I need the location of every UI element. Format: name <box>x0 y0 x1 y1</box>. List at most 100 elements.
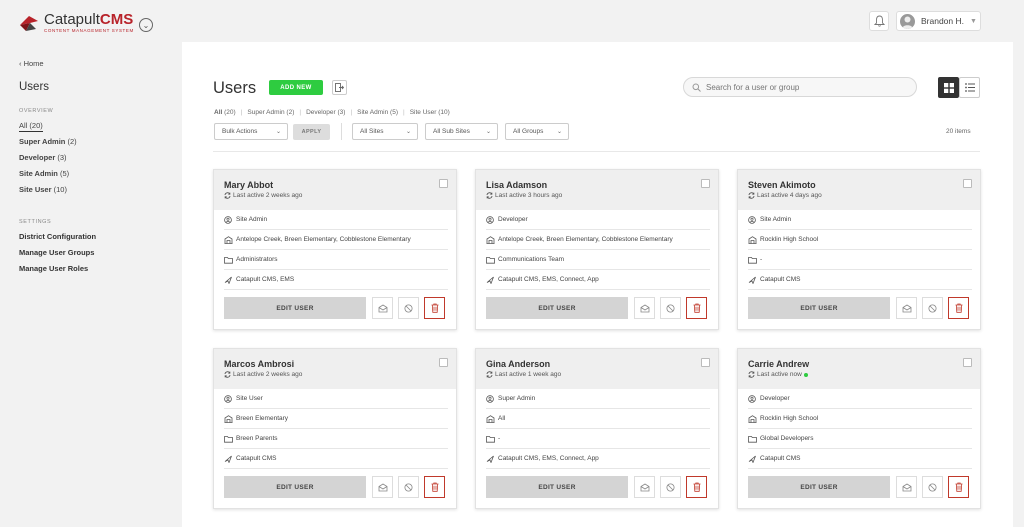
brand-logo[interactable]: CatapultCMS CONTENT MANAGEMENT SYSTEM <box>18 12 134 34</box>
user-group-row: Administrators <box>224 250 448 270</box>
user-name[interactable]: Carrie Andrew <box>748 359 809 369</box>
user-card: Marcos Ambrosi Last active 2 weeks ago Sit… <box>213 348 457 509</box>
all-groups-select[interactable]: All Groups ⌄ <box>505 123 569 140</box>
trash-icon[interactable] <box>686 297 707 319</box>
refresh-icon <box>486 192 493 199</box>
refresh-icon <box>486 371 493 378</box>
folder-icon <box>748 256 758 264</box>
site-switcher-chevron-icon[interactable]: ⌄ <box>139 18 153 32</box>
edit-user-button[interactable]: EDIT USER <box>486 297 628 319</box>
select-user-checkbox[interactable] <box>701 358 710 367</box>
block-icon[interactable] <box>398 297 419 319</box>
email-icon[interactable] <box>372 476 393 498</box>
sidebar-item-developer[interactable]: Developer (3) <box>19 153 67 162</box>
add-new-button[interactable]: ADD NEW <box>269 80 323 95</box>
all-sites-select[interactable]: All Sites ⌄ <box>352 123 418 140</box>
user-name[interactable]: Marcos Ambrosi <box>224 359 294 369</box>
page-title: Users <box>213 79 257 97</box>
user-role-row: Site Admin <box>748 210 972 230</box>
edit-user-button[interactable]: EDIT USER <box>224 476 366 498</box>
sidebar-item-district-configuration[interactable]: District Configuration <box>19 232 96 241</box>
avatar <box>900 13 915 29</box>
block-icon[interactable] <box>398 476 419 498</box>
block-icon[interactable] <box>922 476 943 498</box>
user-role-row: Site User <box>224 389 448 409</box>
user-circle-icon <box>486 394 496 403</box>
email-icon[interactable] <box>372 297 393 319</box>
all-sub-sites-select[interactable]: All Sub Sites ⌄ <box>425 123 498 140</box>
user-apps-row: Catapult CMS <box>748 270 972 290</box>
trash-icon[interactable] <box>948 476 969 498</box>
user-card: Gina Anderson Last active 1 week ago Super… <box>475 348 719 509</box>
refresh-icon <box>748 192 755 199</box>
email-icon[interactable] <box>634 476 655 498</box>
trash-icon[interactable] <box>424 476 445 498</box>
paper-plane-icon <box>748 276 758 284</box>
edit-user-button[interactable]: EDIT USER <box>748 476 890 498</box>
edit-user-button[interactable]: EDIT USER <box>486 476 628 498</box>
email-icon[interactable] <box>896 297 917 319</box>
export-icon[interactable] <box>332 80 347 95</box>
chevron-down-icon: ▼ <box>970 17 977 25</box>
email-icon[interactable] <box>896 476 917 498</box>
online-status-dot <box>803 372 808 377</box>
folder-icon <box>224 435 234 443</box>
sidebar-item-super-admin[interactable]: Super Admin (2) <box>19 137 77 146</box>
notifications-bell-icon[interactable] <box>869 11 889 31</box>
tab-super-admin[interactable]: Super Admin (2) <box>247 109 294 116</box>
trash-icon[interactable] <box>424 297 445 319</box>
sidebar-item-manage-user-groups[interactable]: Manage User Groups <box>19 248 94 257</box>
tab-all[interactable]: All (20) <box>214 109 236 116</box>
last-active: Last active 2 weeks ago <box>224 192 302 199</box>
user-group-row: Breen Parents <box>224 429 448 449</box>
building-icon <box>748 235 758 244</box>
grid-view-icon[interactable] <box>938 77 959 98</box>
user-sites-row: Antelope Creek, Breen Elementary, Cobble… <box>486 230 710 250</box>
user-card: Steven Akimoto Last active 4 days ago Site… <box>737 169 981 330</box>
user-name[interactable]: Lisa Adamson <box>486 180 547 190</box>
building-icon <box>224 235 234 244</box>
bulk-actions-select[interactable]: Bulk Actions ⌄ <box>214 123 288 140</box>
user-name[interactable]: Steven Akimoto <box>748 180 816 190</box>
email-icon[interactable] <box>634 297 655 319</box>
search-box[interactable] <box>683 77 917 97</box>
list-view-icon[interactable] <box>959 77 980 98</box>
user-card: Lisa Adamson Last active 3 hours ago Devel… <box>475 169 719 330</box>
trash-icon[interactable] <box>686 476 707 498</box>
last-active: Last active now <box>748 371 808 378</box>
tab-site-user[interactable]: Site User (10) <box>410 109 450 116</box>
select-user-checkbox[interactable] <box>963 358 972 367</box>
main-panel: Users ADD NEW All (20) | Super Admin (2)… <box>182 42 1013 527</box>
sidebar-item-manage-user-roles[interactable]: Manage User Roles <box>19 264 88 273</box>
sidebar-item-all[interactable]: All (20) <box>19 121 43 132</box>
select-user-checkbox[interactable] <box>439 179 448 188</box>
select-user-checkbox[interactable] <box>701 179 710 188</box>
building-icon <box>486 414 496 423</box>
user-name[interactable]: Mary Abbot <box>224 180 273 190</box>
user-group-row: - <box>748 250 972 270</box>
block-icon[interactable] <box>922 297 943 319</box>
select-user-checkbox[interactable] <box>439 358 448 367</box>
block-icon[interactable] <box>660 476 681 498</box>
trash-icon[interactable] <box>948 297 969 319</box>
select-user-checkbox[interactable] <box>963 179 972 188</box>
tab-site-admin[interactable]: Site Admin (5) <box>357 109 398 116</box>
user-circle-icon <box>486 215 496 224</box>
edit-user-button[interactable]: EDIT USER <box>748 297 890 319</box>
edit-user-button[interactable]: EDIT USER <box>224 297 366 319</box>
building-icon <box>224 414 234 423</box>
sidebar-item-site-admin[interactable]: Site Admin (5) <box>19 169 69 178</box>
apply-button[interactable]: APPLY <box>293 124 330 140</box>
user-card: Mary Abbot Last active 2 weeks ago Site Ad… <box>213 169 457 330</box>
paper-plane-icon <box>224 276 234 284</box>
back-to-home-link[interactable]: ‹ Home <box>19 59 44 68</box>
overview-heading: OVERVIEW <box>19 108 54 114</box>
user-group-row: Global Developers <box>748 429 972 449</box>
tab-developer[interactable]: Developer (3) <box>306 109 345 116</box>
sidebar-item-site-user[interactable]: Site User (10) <box>19 185 67 194</box>
block-icon[interactable] <box>660 297 681 319</box>
user-menu[interactable]: Brandon H. ▼ <box>896 11 981 31</box>
user-name[interactable]: Gina Anderson <box>486 359 550 369</box>
building-icon <box>748 414 758 423</box>
search-input[interactable] <box>706 82 906 92</box>
